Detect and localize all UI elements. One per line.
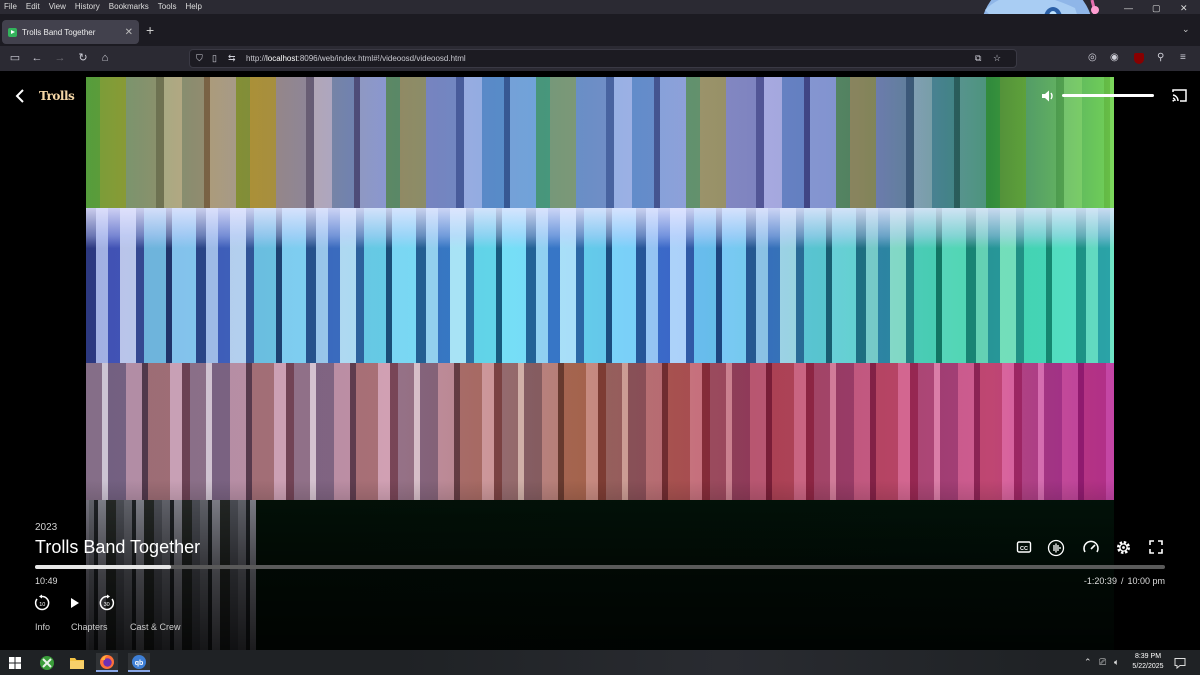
fullscreen-icon[interactable] [1148, 539, 1166, 557]
svg-text:30: 30 [104, 602, 110, 608]
end-time: 10:00 pm [1127, 576, 1165, 586]
speaker-icon[interactable]: 🔈︎ [1114, 657, 1119, 668]
pocket-icon[interactable]: ◎ [1088, 52, 1097, 63]
start-icon[interactable] [4, 653, 26, 672]
tab-trolls-band-together[interactable]: Trolls Band Together ✕ [2, 20, 139, 44]
firefox-icon[interactable] [96, 653, 118, 672]
video-band [86, 77, 1114, 208]
tab-chapters[interactable]: Chapters [71, 622, 130, 632]
cast-icon[interactable] [1172, 89, 1187, 107]
menu-history[interactable]: History [75, 0, 100, 14]
back-icon[interactable] [12, 87, 30, 105]
page-icon[interactable]: ▯ [212, 53, 217, 64]
back-arrow-icon[interactable]: ← [30, 52, 44, 65]
menu-edit[interactable]: Edit [26, 0, 40, 14]
shield-icon[interactable]: ⛉ [196, 53, 203, 64]
media-title: Trolls Band Together [35, 537, 201, 557]
clock-time: 8:39 PM [1134, 653, 1162, 660]
list-all-tabs-icon[interactable]: ⌄ [1182, 24, 1190, 35]
extensions-icon[interactable]: ⚲ [1157, 52, 1164, 63]
app-menu-icon[interactable]: ≡ [1180, 52, 1186, 63]
svg-text:qb: qb [135, 660, 144, 667]
fast-forward-icon[interactable]: 30 [98, 594, 116, 612]
time-info: -1:20:39/10:00 pm [1084, 576, 1165, 586]
file-explorer-icon[interactable] [66, 653, 88, 672]
svg-text:CC: CC [1020, 546, 1028, 552]
tab-title: Trolls Band Together [22, 27, 96, 37]
account-icon[interactable]: ◉ [1110, 52, 1119, 63]
url-bar[interactable]: ⛉ ▯ ⇆ http://localhost:8096/web/index.ht… [189, 49, 1017, 68]
new-tab-button[interactable]: + [146, 22, 154, 38]
ublock-icon[interactable] [1134, 53, 1144, 64]
picture-in-picture-icon[interactable]: ⧉ [975, 53, 981, 64]
elapsed-time: 10:49 [35, 576, 58, 586]
release-year: 2023 [35, 522, 58, 533]
home-icon[interactable]: ⌂ [98, 52, 112, 65]
tab-info[interactable]: Info [35, 622, 71, 632]
network-icon[interactable]: ⎚ [1099, 657, 1106, 668]
menu-tools[interactable]: Tools [158, 0, 177, 14]
jellyfin-favicon-icon [8, 27, 17, 37]
notifications-icon[interactable] [1174, 656, 1186, 674]
video-band [86, 208, 1114, 363]
menu-view[interactable]: View [49, 0, 66, 14]
video-player[interactable]: Trolls 2023 Trolls Band Together CC 10:4… [0, 71, 1200, 650]
remaining-time: -1:20:39 [1083, 576, 1117, 586]
audio-track-icon[interactable] [1047, 539, 1065, 557]
volume-slider[interactable] [1062, 94, 1154, 97]
permissions-icon[interactable]: ⇆ [228, 53, 236, 64]
rewind-icon[interactable]: 10 [33, 594, 51, 612]
system-clock[interactable]: 8:39 PM 5/22/2025 [1128, 652, 1168, 672]
tab-close-icon[interactable]: ✕ [125, 27, 133, 38]
seek-bar-fill [35, 565, 171, 569]
title-logo: Trolls [39, 89, 75, 103]
subtitles-icon[interactable]: CC [1016, 539, 1034, 557]
tab-cast-crew[interactable]: Cast & Crew [130, 622, 181, 632]
menu-help[interactable]: Help [185, 0, 201, 14]
reload-icon[interactable]: ↻ [76, 52, 90, 65]
playback-speed-icon[interactable] [1082, 539, 1100, 557]
qbittorrent-icon[interactable]: qb [128, 653, 150, 672]
taskbar: qb ⌃ ⎚ 🔈︎ 8:39 PM 5/22/2025 [0, 650, 1200, 675]
seek-bar[interactable] [35, 565, 1165, 569]
forward-arrow-icon[interactable]: → [53, 52, 67, 65]
clock-date: 5/22/2025 [1132, 663, 1164, 670]
show-hidden-icons-icon[interactable]: ⌃ [1084, 657, 1092, 668]
svg-text:10: 10 [39, 602, 45, 608]
url-text[interactable]: http://localhost:8096/web/index.html#!/v… [246, 54, 466, 63]
time-separator: / [1120, 576, 1124, 586]
menu-file[interactable]: File [4, 0, 17, 14]
menu-bookmarks[interactable]: Bookmarks [109, 0, 149, 14]
nav-toolbar: ▭ ← → ↻ ⌂ ⛉ ▯ ⇆ http://localhost:8096/we… [0, 46, 1200, 71]
volume-icon[interactable] [1041, 89, 1055, 108]
bookmark-star-icon[interactable]: ☆ [993, 53, 1001, 64]
xbox-icon[interactable] [36, 653, 58, 672]
play-icon[interactable] [66, 594, 84, 612]
sidebar-icon[interactable]: ▭ [8, 52, 22, 65]
osd-tab-bar: Info Chapters Cast & Crew [35, 622, 181, 632]
settings-icon[interactable] [1115, 539, 1133, 557]
tab-strip: Trolls Band Together ✕ + ⌄ [0, 14, 1200, 46]
